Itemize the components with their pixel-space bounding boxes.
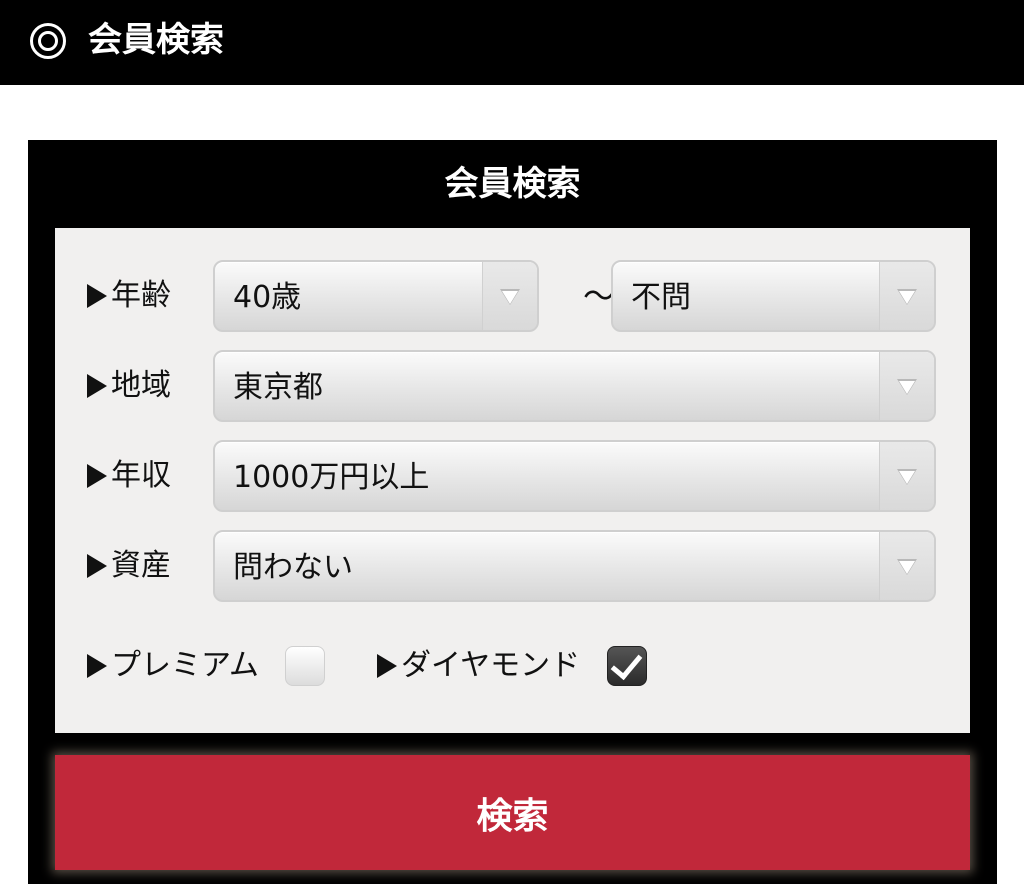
assets-label: 資産 — [87, 546, 171, 586]
income-select[interactable]: 1000万円以上 — [213, 440, 936, 512]
triangle-right-icon — [87, 374, 107, 398]
chevron-down-icon — [879, 532, 934, 600]
income-value: 1000万円以上 — [233, 460, 430, 495]
income-label-text: 年収 — [111, 458, 171, 493]
assets-select[interactable]: 問わない — [213, 530, 936, 602]
triangle-right-icon — [377, 654, 397, 678]
diamond-label: ダイヤモンド — [377, 646, 580, 686]
income-label: 年収 — [87, 456, 171, 496]
double-circle-icon — [30, 23, 66, 59]
search-form: 年齢 40歳 〜 不問 地域 東京都 年収 1000万円以上 資産 問わない プ… — [55, 228, 970, 733]
assets-value: 問わない — [233, 550, 353, 585]
region-select[interactable]: 東京都 — [213, 350, 936, 422]
triangle-right-icon — [87, 464, 107, 488]
premium-label-text: プレミアム — [111, 648, 259, 683]
triangle-right-icon — [87, 284, 107, 308]
region-label-text: 地域 — [111, 368, 171, 403]
age-from-value: 40歳 — [233, 280, 302, 315]
member-search-panel: 会員検索 年齢 40歳 〜 不問 地域 東京都 年収 1000万円以上 資産 問… — [28, 140, 997, 884]
triangle-right-icon — [87, 554, 107, 578]
search-button[interactable]: 検索 — [55, 755, 970, 870]
premium-label: プレミアム — [87, 646, 259, 686]
region-label: 地域 — [87, 366, 171, 406]
header-bar: 会員検索 — [0, 0, 1024, 85]
age-label-text: 年齢 — [111, 278, 171, 313]
chevron-down-icon — [879, 262, 934, 330]
triangle-right-icon — [87, 654, 107, 678]
chevron-down-icon — [482, 262, 537, 330]
assets-label-text: 資産 — [111, 548, 171, 583]
panel-title: 会員検索 — [444, 164, 581, 204]
premium-checkbox[interactable] — [285, 646, 325, 686]
diamond-checkbox[interactable] — [607, 646, 647, 686]
age-from-select[interactable]: 40歳 — [213, 260, 539, 332]
chevron-down-icon — [879, 442, 934, 510]
diamond-label-text: ダイヤモンド — [401, 648, 581, 683]
region-value: 東京都 — [233, 370, 323, 405]
age-label: 年齢 — [87, 276, 171, 316]
page-title: 会員検索 — [88, 20, 224, 60]
chevron-down-icon — [879, 352, 934, 420]
age-to-value: 不問 — [631, 280, 691, 315]
age-to-select[interactable]: 不問 — [611, 260, 936, 332]
